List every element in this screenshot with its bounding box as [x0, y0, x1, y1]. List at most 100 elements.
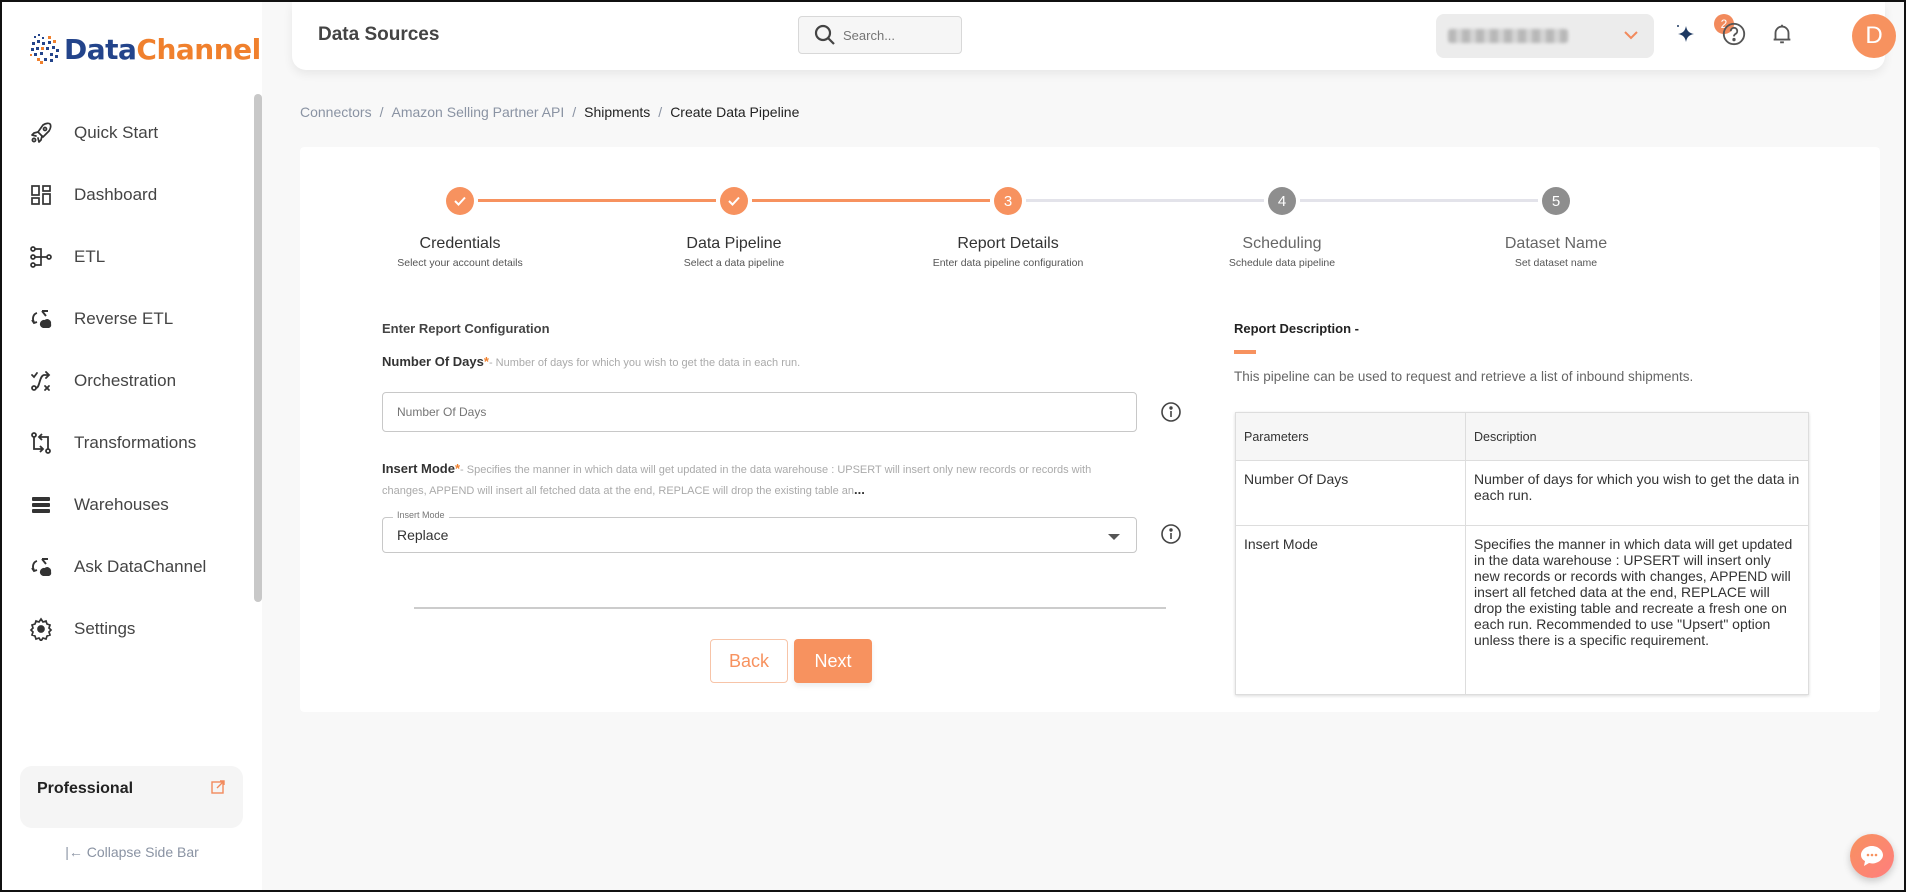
notifications-button[interactable] — [1768, 20, 1796, 48]
main-content: Data Sources 2 D Connectors / — [262, 2, 1904, 890]
field-hint: - Specifies the manner in which data wil… — [382, 464, 1092, 497]
insert-mode-label: Insert Mode*- Specifies the manner in wh… — [382, 459, 1102, 501]
dashboard-grid-icon — [28, 182, 54, 208]
sidebar-item-label: Quick Start — [74, 123, 159, 142]
page-title: Data Sources — [318, 24, 440, 45]
sidebar-nav: Quick Start Dashboard ETL Reverse ETL Or… — [2, 102, 252, 660]
description-cell: Specifies the manner in which data will … — [1465, 525, 1809, 695]
sidebar-item-etl[interactable]: ETL — [2, 226, 252, 288]
sidebar-item-dashboard[interactable]: Dashboard — [2, 164, 252, 226]
field-label-text: Number Of Days — [382, 354, 484, 369]
plan-name: Professional — [37, 780, 134, 797]
report-description-title: Report Description - — [1234, 321, 1359, 336]
sidebar-item-settings[interactable]: Settings — [2, 598, 252, 660]
breadcrumb-amazon-selling-partner-api[interactable]: Amazon Selling Partner API — [391, 104, 564, 120]
sidebar-item-orchestration[interactable]: Orchestration — [2, 350, 252, 412]
bell-icon — [1773, 24, 1791, 44]
breadcrumb-separator: / — [658, 104, 663, 120]
chat-bubble-icon — [1861, 846, 1883, 866]
etl-flow-icon — [28, 244, 54, 270]
number-of-days-field[interactable] — [382, 392, 1137, 432]
warehouse-stack-icon — [28, 492, 54, 518]
step-connector — [1300, 199, 1538, 202]
step-4-indicator: 4 — [1268, 187, 1296, 215]
breadcrumb-separator: / — [379, 104, 384, 120]
step-3-title: Report Details — [957, 235, 1059, 252]
chat-support-button[interactable] — [1850, 834, 1894, 878]
sidebar-item-warehouses[interactable]: Warehouses — [2, 474, 252, 536]
sidebar: DataChannel Quick Start Dashboard ETL Re… — [2, 2, 262, 890]
form-divider — [414, 607, 1166, 609]
sidebar-item-ask-datachannel[interactable]: Ask DataChannel — [2, 536, 252, 598]
help-button[interactable] — [1720, 20, 1748, 48]
sidebar-item-label: Settings — [74, 619, 136, 638]
datachannel-logo[interactable]: DataChannel — [28, 32, 261, 66]
logo-text: DataChannel — [64, 32, 261, 66]
user-avatar[interactable]: D — [1852, 14, 1896, 58]
breadcrumb-shipments[interactable]: Shipments — [584, 104, 650, 120]
select-legend: Insert Mode — [393, 510, 449, 520]
step-2-indicator — [720, 187, 748, 215]
collapse-sidebar-button[interactable]: |← Collapse Side Bar — [2, 844, 262, 860]
field-label-text: Insert Mode — [382, 461, 455, 476]
sidebar-scrollbar[interactable] — [254, 94, 262, 602]
sidebar-item-quick-start[interactable]: Quick Start — [2, 102, 252, 164]
info-icon[interactable] — [1160, 401, 1182, 423]
collapse-label: Collapse Side Bar — [86, 844, 199, 860]
number-of-days-input[interactable] — [383, 393, 1136, 431]
parameters-table: Parameters Description Number Of Days Nu… — [1235, 412, 1809, 695]
sidebar-item-transformations[interactable]: Transformations — [2, 412, 252, 474]
pipeline-wizard-card: Credentials Select your account details … — [300, 147, 1880, 712]
next-button[interactable]: Next — [794, 639, 872, 683]
step-2-subtitle: Select a data pipeline — [683, 257, 785, 269]
step-4-title: Scheduling — [1242, 235, 1322, 252]
ask-datachannel-icon — [28, 554, 54, 580]
search-input[interactable] — [843, 27, 953, 43]
ai-sparkle-button[interactable] — [1672, 20, 1700, 48]
step-2-title: Data Pipeline — [686, 235, 782, 252]
search-box[interactable] — [798, 16, 962, 54]
sidebar-item-label: Ask DataChannel — [74, 557, 207, 576]
table-row: Insert Mode Specifies the manner in whic… — [1235, 525, 1809, 695]
step-1-subtitle: Select your account details — [397, 257, 523, 269]
organization-selector[interactable] — [1436, 14, 1654, 58]
field-hint: - Number of days for which you wish to g… — [488, 357, 801, 369]
transformations-icon — [28, 430, 54, 456]
report-description-text: This pipeline can be used to request and… — [1234, 369, 1694, 384]
description-cell: Number of days for which you wish to get… — [1465, 460, 1809, 526]
back-button[interactable]: Back — [710, 639, 788, 683]
dropdown-caret-icon — [1108, 534, 1120, 540]
sidebar-item-label: ETL — [74, 247, 106, 266]
step-5-indicator: 5 — [1542, 187, 1570, 215]
title-accent-bar — [1234, 350, 1256, 354]
step-3-indicator: 3 — [994, 187, 1022, 215]
top-bar: Data Sources 2 D — [292, 2, 1896, 70]
check-icon — [454, 196, 466, 206]
sidebar-item-label: Orchestration — [74, 371, 177, 390]
form-heading: Enter Report Configuration — [382, 321, 550, 336]
step-connector — [1026, 199, 1264, 202]
help-circle-icon — [1722, 22, 1746, 46]
breadcrumb: Connectors / Amazon Selling Partner API … — [300, 104, 799, 120]
parameter-cell: Number Of Days — [1235, 460, 1466, 526]
gear-icon — [28, 616, 54, 642]
plan-card[interactable]: Professional — [20, 766, 243, 828]
reverse-etl-icon — [28, 306, 54, 332]
external-link-icon[interactable] — [211, 780, 225, 794]
search-icon — [814, 24, 835, 45]
insert-mode-select[interactable]: Insert Mode Replace — [382, 510, 1137, 553]
breadcrumb-connectors[interactable]: Connectors — [300, 104, 372, 120]
step-3-subtitle: Enter data pipeline configuration — [932, 257, 1084, 269]
step-1-title: Credentials — [419, 235, 501, 252]
breadcrumb-separator: / — [572, 104, 577, 120]
sidebar-item-label: Transformations — [74, 433, 197, 452]
info-icon[interactable] — [1160, 523, 1182, 545]
table-header-row: Parameters Description — [1235, 412, 1809, 461]
sidebar-item-reverse-etl[interactable]: Reverse ETL — [2, 288, 252, 350]
step-4-subtitle: Schedule data pipeline — [1228, 257, 1336, 269]
sidebar-item-label: Warehouses — [74, 495, 169, 514]
step-5-subtitle: Set dataset name — [1514, 257, 1598, 269]
select-value: Replace — [397, 527, 449, 543]
sidebar-item-label: Reverse ETL — [74, 309, 174, 328]
rocket-icon — [28, 120, 54, 146]
